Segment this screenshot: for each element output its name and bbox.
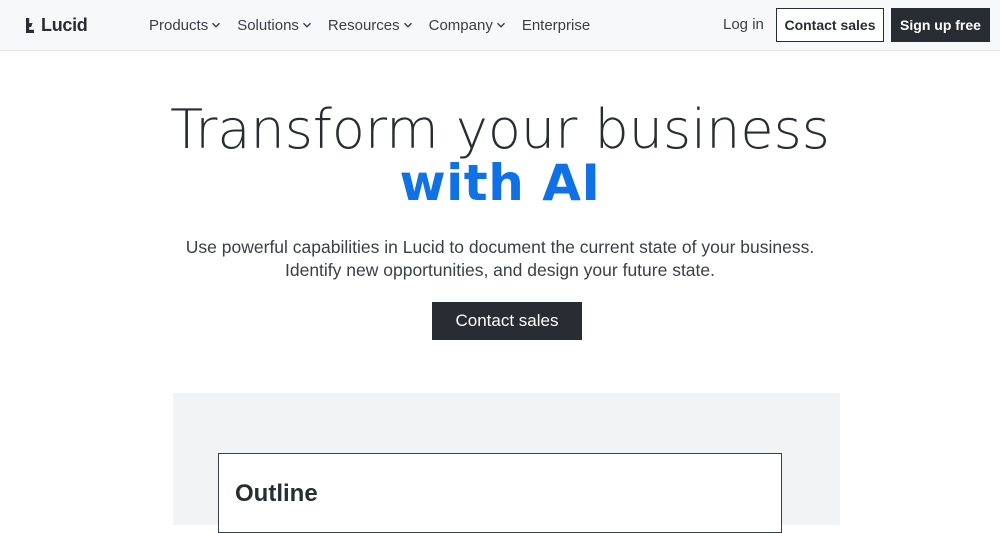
lucid-logo-icon (26, 17, 34, 33)
nav-item-resources[interactable]: Resources (328, 17, 413, 34)
chevron-down-icon (403, 22, 412, 28)
hero-title-accent: with AI (399, 154, 601, 212)
site-header: Lucid Products Solutions Resources Compa… (0, 0, 1000, 51)
lucid-logo[interactable]: Lucid (26, 14, 88, 36)
hero-subtitle-line: Use powerful capabilities in Lucid to do… (185, 237, 815, 257)
product-preview: Outline (173, 393, 840, 533)
nav-item-label: Enterprise (521, 16, 591, 34)
outline-title: Outline (235, 480, 318, 507)
nav-item-company[interactable]: Company (429, 17, 506, 34)
nav-item-enterprise[interactable]: Enterprise (522, 17, 590, 34)
chevron-down-icon (302, 22, 311, 28)
chevron-down-icon (496, 22, 505, 28)
nav-item-products[interactable]: Products (149, 17, 221, 34)
chevron-down-icon (212, 22, 221, 28)
hero-contact-sales-button[interactable]: Contact sales (432, 302, 582, 340)
nav-item-solutions[interactable]: Solutions (237, 17, 312, 34)
contact-sales-button[interactable]: Contact sales (776, 8, 884, 42)
nav-item-label: Company (428, 16, 493, 34)
nav-item-label: Solutions (237, 16, 299, 34)
outline-card: Outline (218, 453, 782, 533)
hero-subtitle: Use powerful capabilities in Lucid to do… (0, 236, 1000, 282)
sign-up-button[interactable]: Sign up free (891, 8, 990, 42)
nav-item-label: Resources (327, 16, 400, 34)
main-nav: Products Solutions Resources Company Ent… (149, 0, 606, 50)
login-link[interactable]: Log in (723, 16, 764, 33)
nav-item-label: Products (149, 16, 209, 34)
hero-subtitle-line: Identify new opportunities, and design y… (285, 260, 715, 280)
logo-text: Lucid (41, 14, 88, 35)
